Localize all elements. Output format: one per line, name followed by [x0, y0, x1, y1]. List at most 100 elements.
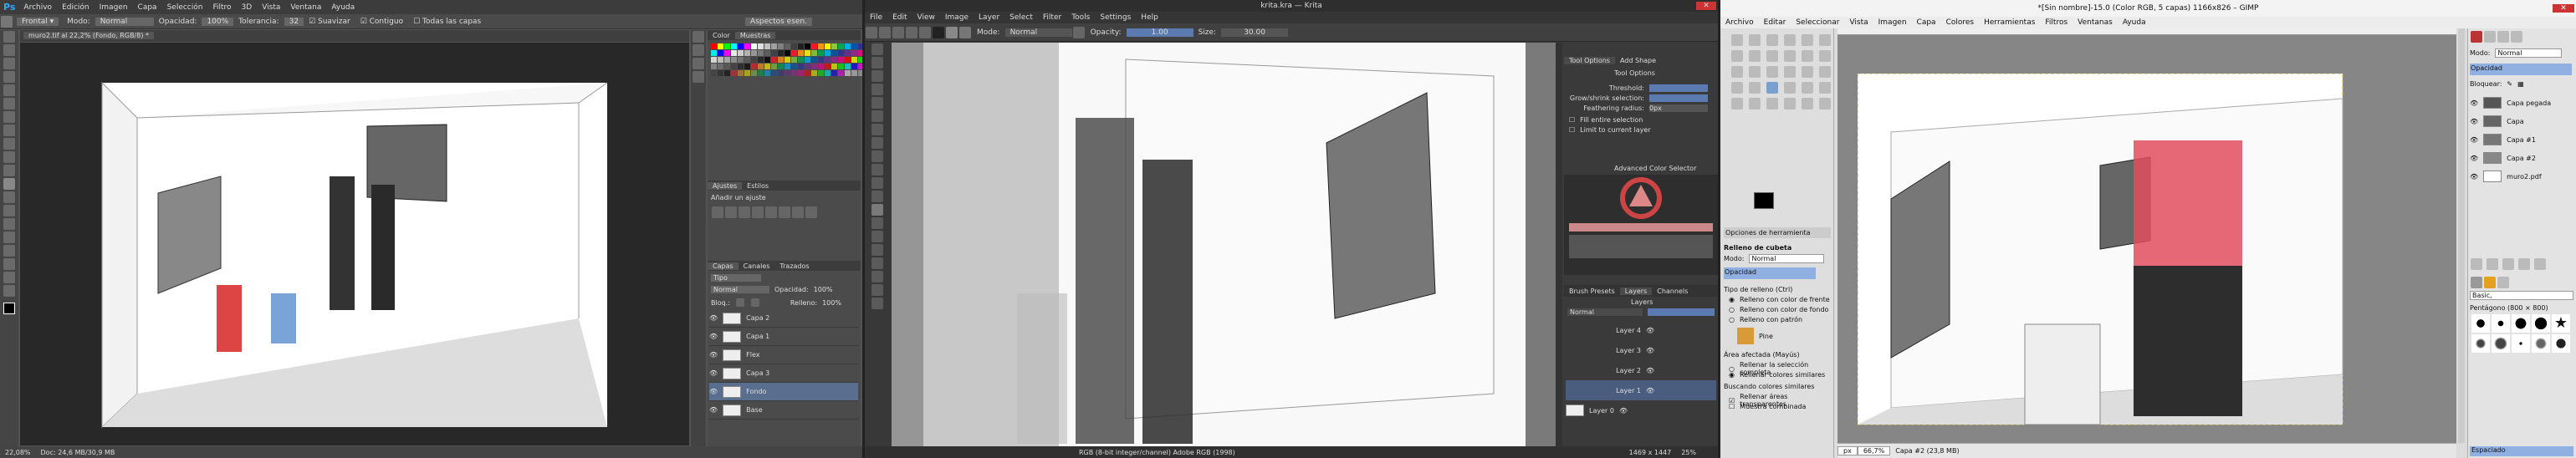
gimp-right-mode-select[interactable]: Normal: [2495, 48, 2563, 58]
eye-icon[interactable]: 👁: [1646, 347, 1654, 354]
color-swatch[interactable]: [791, 50, 797, 56]
color-swatch[interactable]: [851, 70, 857, 76]
gimp-canvas-area[interactable]: [1837, 28, 2456, 443]
color-swatch[interactable]: [825, 64, 831, 69]
color-swatch[interactable]: [744, 57, 750, 63]
undo-dock-icon[interactable]: [2511, 31, 2522, 43]
color-swatch[interactable]: [731, 64, 737, 69]
dodge-tool-icon[interactable]: [3, 205, 15, 216]
color-swatch[interactable]: [838, 43, 844, 49]
hand-tool-icon[interactable]: [3, 272, 15, 283]
color-swatch[interactable]: [731, 43, 737, 49]
layer-row[interactable]: Layer 3 👁: [1566, 340, 1716, 360]
brightness-adjust-icon[interactable]: [712, 206, 723, 218]
rotate-tool-icon[interactable]: [1766, 66, 1778, 78]
eye-icon[interactable]: 👁: [2470, 118, 2478, 125]
layer-row[interactable]: 👁 Capa #1: [2470, 130, 2573, 149]
brushes-tab-icon[interactable]: [2471, 277, 2482, 288]
duplicate-layer-icon[interactable]: [2518, 258, 2530, 270]
layer-row-selected[interactable]: Layer 1 👁: [1566, 380, 1716, 400]
raise-layer-icon[interactable]: [2487, 258, 2498, 270]
brush-preset[interactable]: [2512, 314, 2530, 333]
krita-tab-tool-options[interactable]: Tool Options: [1564, 56, 1615, 64]
zoom-tool-icon[interactable]: [1784, 50, 1796, 62]
eye-icon[interactable]: 👁: [1619, 407, 1628, 415]
color-select-icon[interactable]: [1802, 34, 1813, 46]
text-tool-icon[interactable]: [1749, 82, 1761, 94]
color-swatch[interactable]: [805, 43, 810, 49]
eye-icon[interactable]: 👁: [709, 369, 718, 377]
ps-tab-adjust[interactable]: Ajustes: [708, 181, 743, 190]
color-swatch[interactable]: [858, 64, 862, 69]
pen-tool-icon[interactable]: [3, 218, 15, 230]
gradient-tool-icon[interactable]: [871, 177, 883, 189]
marquee-tool-icon[interactable]: [3, 44, 15, 56]
krita-feather-input[interactable]: 0px: [1649, 104, 1708, 112]
polygon-tool-icon[interactable]: [871, 124, 883, 135]
gimp-menu-colores[interactable]: Colores: [1941, 18, 1980, 27]
eye-icon[interactable]: 👁: [709, 388, 718, 395]
save-document-icon[interactable]: [892, 26, 904, 38]
color-swatch[interactable]: [811, 50, 817, 56]
krita-menu-view[interactable]: View: [912, 13, 940, 22]
krita-layer-opacity-slider[interactable]: [1648, 308, 1715, 316]
color-swatch[interactable]: [831, 70, 837, 76]
crop-tool-icon[interactable]: [871, 164, 883, 176]
scissors-icon[interactable]: [1819, 34, 1831, 46]
gimp-menu-seleccionar[interactable]: Seleccionar: [1791, 18, 1844, 27]
color-swatch[interactable]: [798, 43, 804, 49]
color-swatch[interactable]: [758, 50, 764, 56]
color-swatch[interactable]: [744, 70, 750, 76]
krita-threshold-input[interactable]: [1649, 84, 1708, 92]
krita-menu-file[interactable]: File: [865, 13, 887, 22]
color-swatch[interactable]: [825, 57, 831, 63]
eyedropper-tool-icon[interactable]: [3, 98, 15, 109]
krita-canvas-scrollbar[interactable]: [1556, 43, 1562, 446]
krita-tab-add-shape[interactable]: Add Shape: [1615, 57, 1661, 64]
ps-menu-filtro[interactable]: Filtro: [207, 3, 236, 12]
color-swatch[interactable]: [858, 57, 862, 63]
hue-adjust-icon[interactable]: [779, 206, 790, 218]
color-swatch[interactable]: [845, 64, 851, 69]
krita-tab-brush-presets[interactable]: Brush Presets: [1564, 288, 1620, 295]
brush-panel-icon[interactable]: [693, 58, 704, 69]
ps-menu-imagen[interactable]: Imagen: [95, 3, 133, 12]
pan-tool-icon[interactable]: [871, 298, 883, 309]
color-swatch[interactable]: [744, 50, 750, 56]
color-swatch[interactable]: [738, 43, 744, 49]
assistant-tool-icon[interactable]: [871, 217, 883, 229]
krita-menu-help[interactable]: Help: [1136, 13, 1163, 22]
krita-menu-filter[interactable]: Filter: [1038, 13, 1066, 22]
levels-adjust-icon[interactable]: [725, 206, 737, 218]
color-swatch[interactable]: [818, 50, 824, 56]
layer-row[interactable]: 👁 Capa 1: [709, 328, 858, 346]
color-swatch[interactable]: [771, 57, 777, 63]
color-swatch[interactable]: [798, 64, 804, 69]
color-swatch[interactable]: [758, 57, 764, 63]
color-swatch[interactable]: [771, 64, 777, 69]
color-swatch[interactable]: [778, 43, 784, 49]
color-swatch[interactable]: [851, 43, 857, 49]
ps-fill-value[interactable]: 100%: [822, 299, 841, 307]
lock-all-icon[interactable]: [750, 298, 759, 307]
color-swatch[interactable]: [711, 57, 717, 63]
color-swatch[interactable]: [764, 57, 770, 63]
color-swatch[interactable]: [825, 70, 831, 76]
color-swatch[interactable]: [791, 57, 797, 63]
perspective-tool-icon[interactable]: [1819, 66, 1831, 78]
color-swatch[interactable]: [811, 57, 817, 63]
color-swatch[interactable]: [798, 50, 804, 56]
gimp-menu-archivo[interactable]: Archivo: [1720, 18, 1759, 27]
color-swatch[interactable]: [785, 50, 790, 56]
undo-icon[interactable]: [906, 26, 917, 38]
color-swatch[interactable]: [858, 50, 862, 56]
color-swatch[interactable]: [724, 70, 730, 76]
krita-menu-tools[interactable]: Tools: [1066, 13, 1095, 22]
delete-layer-icon[interactable]: [2534, 258, 2546, 270]
brush-star-preset[interactable]: ★: [2552, 314, 2570, 333]
paths-tool-icon[interactable]: [1749, 50, 1761, 62]
layer-row[interactable]: 👁 Flex: [709, 346, 858, 364]
foreground-select-icon[interactable]: [1731, 50, 1743, 62]
ps-layer-opacity[interactable]: 100%: [814, 286, 833, 293]
krita-color-selector[interactable]: [1564, 175, 1718, 275]
